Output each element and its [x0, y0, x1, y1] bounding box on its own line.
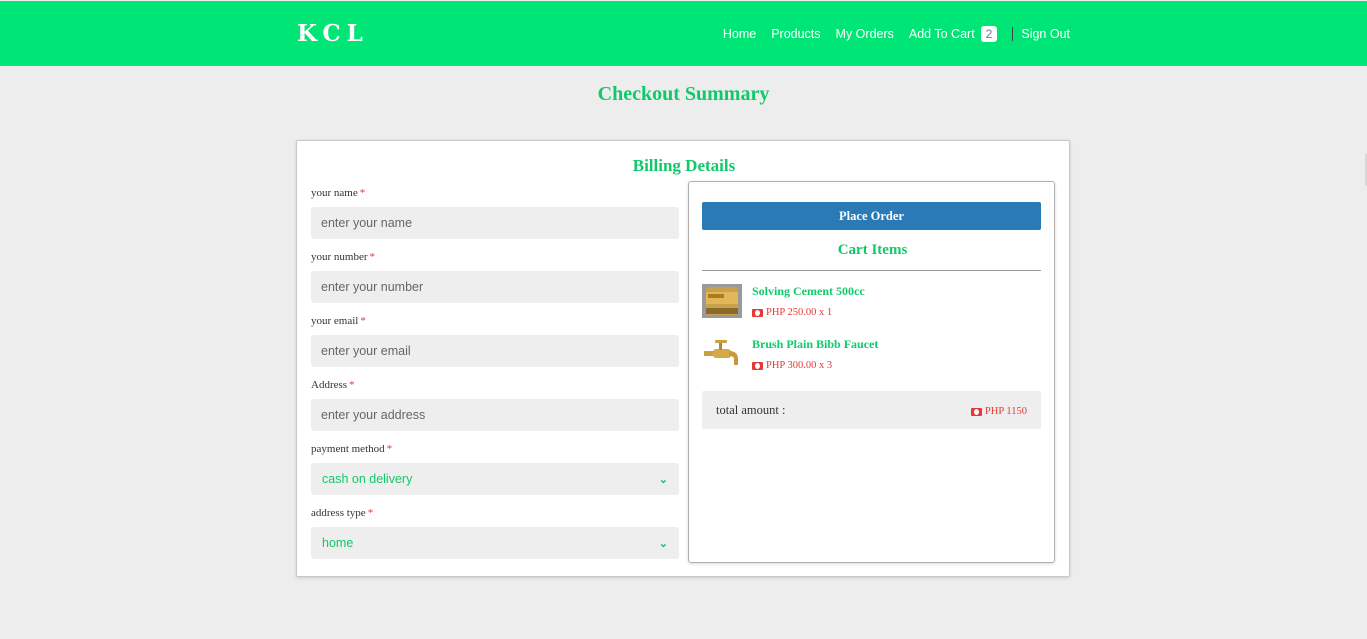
cart-count-badge: 2 — [980, 25, 998, 42]
nav-my-orders[interactable]: My Orders — [836, 27, 894, 41]
email-label: your email * — [311, 315, 679, 329]
cart-item-name[interactable]: Brush Plain Bibb Faucet — [752, 337, 878, 352]
nav-divider — [1012, 26, 1014, 41]
divider — [702, 270, 1041, 271]
address-type-field-group: address type * home ⌄ — [311, 507, 679, 559]
page-title: Checkout Summary — [597, 83, 770, 105]
brand-logo[interactable]: KCL — [297, 20, 369, 47]
cart-item-price-text: PHP 250.00 x 1 — [766, 307, 833, 318]
required-mark: * — [359, 187, 366, 199]
money-icon — [752, 308, 763, 317]
required-mark: * — [369, 251, 376, 263]
chevron-down-icon: ⌄ — [658, 537, 668, 550]
nav-add-to-cart[interactable]: Add To Cart 2 — [908, 25, 998, 42]
total-label: total amount : — [716, 403, 786, 417]
nav-products[interactable]: Products — [771, 27, 820, 41]
billing-title: Billing Details — [632, 156, 736, 175]
number-label: your number * — [311, 251, 679, 265]
address-input[interactable] — [311, 399, 679, 431]
number-field-group: your number * — [311, 251, 679, 303]
required-mark: * — [386, 443, 393, 455]
faucet-icon — [702, 337, 742, 371]
name-label: your name * — [311, 187, 679, 201]
required-mark: * — [367, 507, 374, 519]
name-label-text: your name — [311, 187, 358, 199]
total-value: PHP 1150 — [970, 406, 1027, 417]
name-field-group: your name * — [311, 187, 679, 239]
email-field-group: your email * — [311, 315, 679, 367]
money-icon — [752, 361, 763, 370]
place-order-button[interactable]: Place Order — [702, 202, 1041, 230]
number-label-text: your number — [311, 251, 368, 263]
cart-item: Brush Plain Bibb Faucet PHP 300.00 x 3 — [702, 337, 1041, 377]
cart-items-title: Cart Items — [837, 242, 908, 258]
billing-form: your name* your number* your email* Addr… — [311, 187, 679, 571]
email-label-text: your email — [311, 315, 359, 327]
payment-field-group: payment method * cash on delivery ⌄ — [311, 443, 679, 495]
nav-home[interactable]: Home — [723, 27, 756, 41]
cart-item-price-text: PHP 300.00 x 3 — [766, 360, 833, 371]
money-icon — [970, 407, 982, 416]
chevron-down-icon: ⌄ — [658, 473, 668, 486]
cart-summary-box: Place Order Cart Items Solving Cement 50… — [688, 181, 1055, 563]
required-mark: * — [349, 379, 355, 391]
address-type-label: address type * — [311, 507, 679, 521]
nav-cart-label: Add To Cart — [908, 26, 975, 41]
address-label: Address * — [311, 379, 679, 393]
checkout-panel: Billing Details your name* your number* … — [296, 140, 1070, 577]
cement-can-icon — [702, 284, 742, 318]
name-input[interactable] — [311, 207, 679, 239]
address-label-text: Address — [311, 379, 348, 391]
cart-item-name[interactable]: Solving Cement 500cc — [752, 284, 865, 299]
payment-method-select[interactable]: cash on delivery ⌄ — [311, 463, 679, 495]
total-value-text: PHP 1150 — [984, 406, 1027, 417]
email-input[interactable] — [311, 335, 679, 367]
payment-method-value: cash on delivery — [322, 472, 413, 486]
main-nav: Home Products My Orders Add To Cart 2 Sig… — [708, 1, 1070, 66]
cart-item: Solving Cement 500cc PHP 250.00 x 1 — [702, 284, 1041, 324]
address-type-label-text: address type — [311, 507, 366, 519]
nav-sign-out[interactable]: Sign Out — [1021, 27, 1070, 41]
top-navbar: KCL Home Products My Orders Add To Cart 2… — [0, 1, 1367, 66]
required-mark: * — [360, 315, 366, 327]
payment-label: payment method * — [311, 443, 679, 457]
address-type-select[interactable]: home ⌄ — [311, 527, 679, 559]
payment-label-text: payment method — [311, 443, 385, 455]
cart-item-price: PHP 250.00 x 1 — [752, 307, 832, 318]
address-type-value: home — [322, 536, 354, 550]
number-input[interactable] — [311, 271, 679, 303]
address-field-group: Address * — [311, 379, 679, 431]
cart-item-price: PHP 300.00 x 3 — [752, 360, 832, 371]
total-amount-row: total amount : PHP 1150 — [702, 391, 1041, 429]
